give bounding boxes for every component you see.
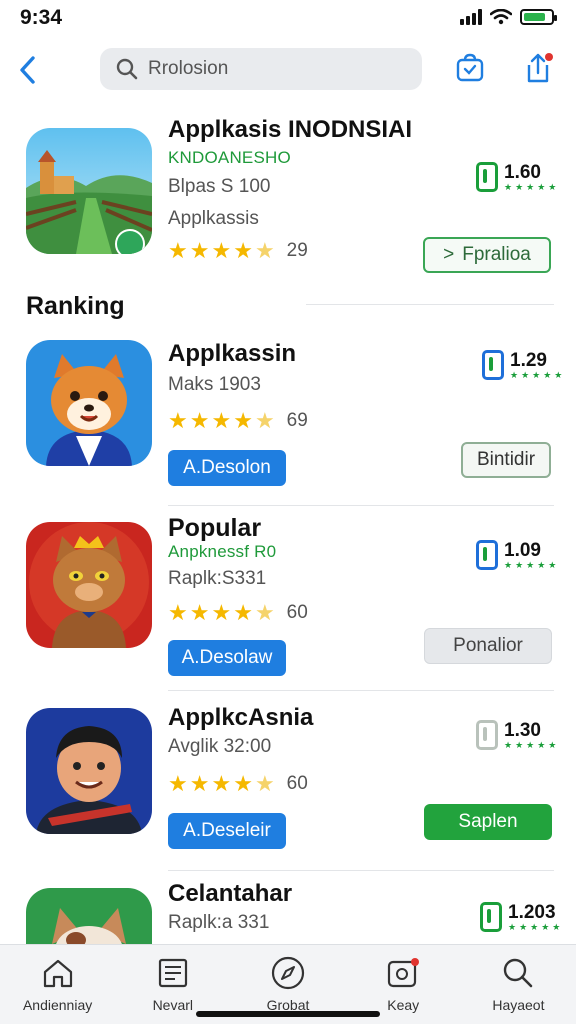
featured-app-category: Applkassis [168, 208, 259, 229]
app-rank: 1.09 ★★★★★ [476, 540, 559, 570]
chevron-left-icon [20, 56, 35, 84]
app-icon-cat [26, 522, 152, 648]
rating-count: 29 [286, 240, 308, 261]
app-title: Celantahar [168, 880, 293, 907]
featured-app-rank: 1.60 ★★★★★ [476, 162, 559, 192]
status-time: 9:34 [20, 6, 63, 29]
app-title: Popular [168, 514, 262, 542]
tab-search[interactable]: Hayaeot [461, 945, 576, 1024]
featured-app-button[interactable]: > Fpralioa [423, 237, 551, 273]
wifi-icon [490, 9, 512, 25]
compass-icon [268, 955, 308, 991]
app-meta: Avglik 32:00 [168, 736, 272, 757]
rank-value: 1.09 [504, 539, 541, 561]
app-icon-dog [26, 888, 152, 944]
tab-label: Hayaeot [492, 997, 545, 1013]
featured-app-subtitle: KNDOANESHO [168, 148, 291, 167]
rating-count: 60 [286, 602, 308, 623]
rank-icon [476, 720, 498, 750]
app-meta: Raplk:S331 [168, 568, 267, 589]
search-bar[interactable]: Rrolosion [100, 48, 422, 90]
rank-icon [476, 540, 498, 570]
tab-label: Keay [387, 997, 420, 1013]
status-icons [460, 9, 557, 25]
news-icon [153, 955, 193, 991]
featured-app-icon [26, 128, 152, 254]
bag-check-icon [456, 53, 484, 82]
share-icon [527, 53, 553, 83]
app-rank: 1.30 ★★★★★ [476, 720, 559, 750]
app-left-button[interactable]: A.Deseleir [168, 813, 286, 849]
app-rank: 1.29 ★★★★★ [482, 350, 565, 380]
app-icon-avatar [26, 708, 152, 834]
rank-icon [476, 162, 498, 192]
wishlist-button[interactable] [452, 50, 488, 86]
featured-app-title: Applkasis INODNSIAI [168, 116, 413, 143]
app-rating: ★ ★ ★ ★ ★ 69 [168, 408, 308, 433]
share-button[interactable] [520, 50, 556, 86]
app-right-button[interactable]: Bintidir [461, 442, 551, 478]
app-rank: 1.203 ★★★★★ [480, 902, 563, 932]
home-indicator [196, 1011, 380, 1017]
app-title: Applkassin [168, 340, 297, 367]
app-right-button[interactable]: Ponalior [424, 628, 552, 664]
featured-app-rating: ★ ★ ★ ★ ★ 29 [168, 238, 308, 263]
divider [168, 690, 554, 691]
divider [168, 870, 554, 871]
rank-value: 1.29 [510, 349, 547, 371]
box-icon [383, 955, 423, 991]
app-meta: Raplk:a 331 [168, 912, 270, 933]
app-subtitle: Anpknessf R0 [168, 542, 277, 561]
rank-icon [482, 350, 504, 380]
status-bar: 9:34 [0, 0, 576, 40]
top-nav: Rrolosion [0, 40, 576, 100]
rank-value: 1.203 [508, 901, 556, 923]
rating-count: 69 [286, 410, 308, 431]
battery-icon [520, 9, 557, 25]
app-meta: Maks 1903 [168, 374, 261, 395]
app-title: ApplkcAsnia [168, 704, 314, 731]
featured-app[interactable]: Applkasis INODNSIAI KNDOANESHO Blpas S 1… [0, 110, 576, 290]
app-rating: ★ ★ ★ ★ ★ 60 [168, 600, 308, 625]
app-right-button[interactable]: Saplen [424, 804, 552, 840]
back-button[interactable] [12, 50, 42, 90]
search-placeholder: Rrolosion [148, 58, 229, 79]
rank-value: 1.30 [504, 719, 541, 741]
featured-app-meta: Blpas S 100 [168, 176, 271, 197]
app-left-button[interactable]: A.Desolaw [168, 640, 286, 676]
rank-icon [480, 902, 502, 932]
tab-label: Andienniay [22, 997, 93, 1013]
search-icon [116, 58, 138, 80]
divider [306, 304, 554, 305]
tab-home[interactable]: Andienniay [0, 945, 115, 1024]
home-icon [38, 955, 78, 991]
app-left-button[interactable]: A.Desolon [168, 450, 286, 486]
search-icon [498, 955, 538, 991]
app-rating: ★ ★ ★ ★ ★ 60 [168, 771, 308, 796]
divider [168, 505, 554, 506]
tab-label: Nevarl [152, 997, 194, 1013]
rating-count: 60 [286, 773, 308, 794]
signal-icon [460, 9, 482, 25]
rank-value: 1.60 [504, 161, 541, 183]
section-title: Ranking [26, 292, 125, 320]
app-icon-fox [26, 340, 152, 466]
